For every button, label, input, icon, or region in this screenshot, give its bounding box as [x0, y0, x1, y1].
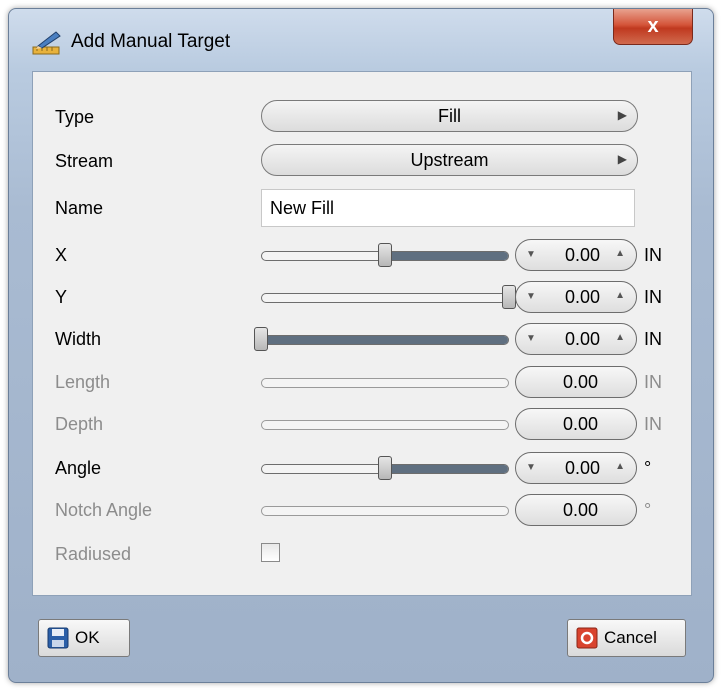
stream-value: Upstream	[410, 149, 489, 170]
slider-track	[260, 335, 509, 345]
slider-track	[261, 378, 509, 388]
y-row: Y ▼ 0.00 ▲ IN	[33, 278, 691, 318]
notch-angle-row: Notch Angle 0.00 °	[33, 491, 691, 531]
slider-fill	[260, 336, 508, 344]
name-label: Name	[55, 198, 104, 218]
width-label: Width	[55, 329, 102, 349]
spin-up-icon[interactable]: ▲	[615, 248, 625, 259]
x-label: X	[55, 245, 68, 265]
cancel-button[interactable]: Cancel	[567, 619, 686, 657]
slider-thumb[interactable]	[378, 243, 392, 267]
slider-thumb[interactable]	[378, 456, 392, 480]
slider-thumb[interactable]	[502, 285, 516, 309]
width-unit: IN	[644, 329, 662, 349]
slider-track	[261, 506, 509, 516]
y-unit: IN	[644, 287, 662, 307]
x-slider[interactable]	[261, 243, 511, 267]
y-slider[interactable]	[261, 285, 516, 309]
x-spinner[interactable]: ▼ 0.00 ▲	[515, 239, 637, 271]
slider-track	[261, 420, 509, 430]
radiused-checkbox[interactable]	[261, 543, 280, 562]
width-value: 0.00	[564, 329, 600, 349]
notch-angle-value: 0.00	[562, 500, 598, 520]
type-selector[interactable]: Fill ▶	[261, 100, 638, 132]
spin-up-icon[interactable]: ▲	[615, 332, 625, 343]
depth-label: Depth	[55, 414, 104, 434]
window-title: Add Manual Target	[71, 31, 231, 52]
width-row: Width ▼ 0.00 ▲ IN	[33, 320, 691, 360]
depth-unit: IN	[644, 414, 662, 434]
spin-down-icon[interactable]: ▼	[526, 333, 536, 344]
stream-selector[interactable]: Upstream ▶	[261, 144, 638, 176]
y-label: Y	[55, 287, 68, 307]
spin-up-icon[interactable]: ▲	[615, 461, 625, 472]
stream-label: Stream	[55, 151, 114, 171]
title-bar[interactable]: Add Manual Target x	[9, 9, 713, 71]
type-label: Type	[55, 107, 95, 127]
dialog-footer: OK Cancel	[32, 609, 692, 667]
depth-field: 0.00	[515, 408, 637, 440]
depth-value: 0.00	[562, 414, 598, 434]
length-field: 0.00	[515, 366, 637, 398]
close-button[interactable]: x	[613, 9, 693, 45]
cancel-label: Cancel	[604, 628, 657, 647]
angle-spinner[interactable]: ▼ 0.00 ▲	[515, 452, 637, 484]
radiused-label: Radiused	[55, 544, 132, 564]
cancel-icon	[576, 627, 598, 649]
depth-slider	[261, 418, 511, 432]
close-icon: x	[647, 15, 659, 37]
x-unit: IN	[644, 245, 662, 265]
type-row: Type Fill ▶	[33, 98, 691, 138]
chevron-right-icon: ▶	[617, 152, 627, 166]
dialog-window: Add Manual Target x Type Fill ▶ Stream U…	[8, 8, 714, 683]
dialog-body: Type Fill ▶ Stream Upstream ▶ Name New F…	[32, 71, 692, 596]
slider-track	[261, 293, 509, 303]
angle-value: 0.00	[564, 458, 600, 478]
notch-angle-slider	[261, 504, 511, 518]
length-label: Length	[55, 372, 111, 392]
slider-fill	[384, 465, 508, 473]
length-row: Length 0.00 IN	[33, 363, 691, 403]
spin-down-icon[interactable]: ▼	[526, 462, 536, 473]
notch-angle-label: Notch Angle	[55, 500, 153, 520]
y-spinner[interactable]: ▼ 0.00 ▲	[515, 281, 637, 313]
x-row: X ▼ 0.00 ▲ IN	[33, 236, 691, 276]
angle-row: Angle ▼ 0.00 ▲ °	[33, 449, 691, 489]
name-row: Name New Fill	[33, 189, 691, 229]
chevron-right-icon: ▶	[617, 108, 627, 122]
width-slider[interactable]	[254, 327, 511, 351]
width-spinner[interactable]: ▼ 0.00 ▲	[515, 323, 637, 355]
length-value: 0.00	[562, 372, 598, 392]
name-input[interactable]: New Fill	[261, 189, 635, 227]
spin-down-icon[interactable]: ▼	[526, 291, 536, 302]
depth-row: Depth 0.00 IN	[33, 405, 691, 445]
angle-unit: °	[644, 458, 652, 478]
ok-button[interactable]: OK	[38, 619, 130, 657]
radiused-row: Radiused	[33, 535, 691, 575]
y-value: 0.00	[564, 287, 600, 307]
length-slider	[261, 376, 511, 390]
spin-up-icon[interactable]: ▲	[615, 290, 625, 301]
save-icon	[47, 627, 69, 649]
notch-angle-field: 0.00	[515, 494, 637, 526]
ruler-pencil-icon	[32, 31, 61, 55]
x-value: 0.00	[564, 245, 600, 265]
notch-angle-unit: °	[644, 500, 652, 520]
ok-label: OK	[75, 628, 100, 647]
type-value: Fill	[438, 105, 461, 126]
angle-label: Angle	[55, 458, 102, 478]
slider-thumb[interactable]	[254, 327, 268, 351]
stream-row: Stream Upstream ▶	[33, 142, 691, 182]
slider-fill	[384, 252, 508, 260]
angle-slider[interactable]	[261, 456, 511, 480]
spin-down-icon[interactable]: ▼	[526, 249, 536, 260]
length-unit: IN	[644, 372, 662, 392]
